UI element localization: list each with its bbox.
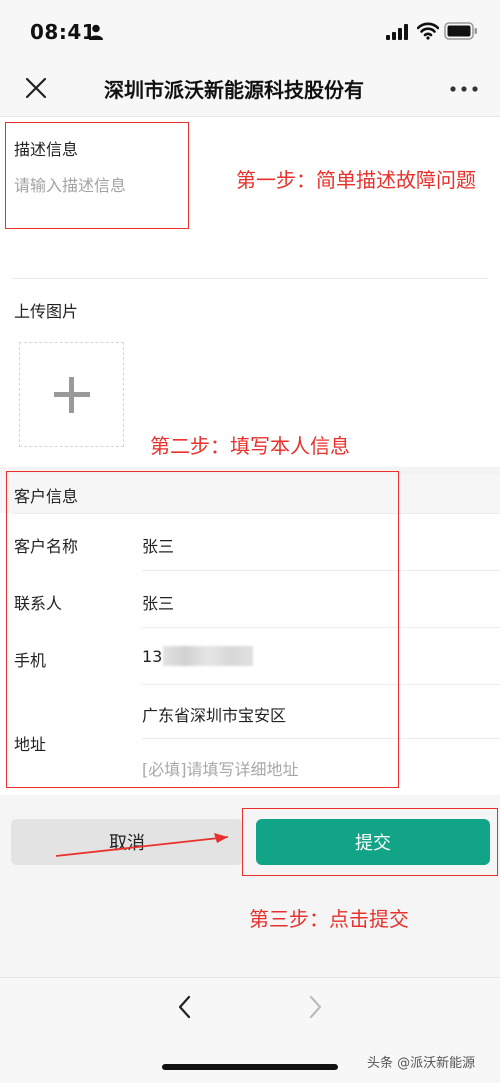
step2-highlight-box [6, 471, 399, 788]
home-indicator [162, 1064, 338, 1070]
upload-label: 上传图片 [14, 302, 79, 321]
forward-icon[interactable] [306, 995, 324, 1019]
signal-icon [386, 24, 408, 40]
person-icon [89, 24, 103, 40]
step3-annotation: 第三步：点击提交 [249, 907, 409, 931]
wifi-icon [417, 22, 439, 40]
status-time: 08:41 [30, 20, 97, 44]
arrow-icon [55, 833, 229, 857]
more-icon[interactable] [450, 86, 478, 92]
battery-icon [444, 22, 477, 40]
divider [12, 278, 488, 279]
close-icon[interactable] [24, 76, 48, 100]
page-title: 深圳市派沃新能源科技股份有 [104, 78, 364, 102]
step3-highlight-box [242, 808, 498, 876]
step1-annotation: 第一步：简单描述故障问题 [236, 168, 476, 192]
step1-highlight-box [5, 122, 189, 229]
step2-annotation: 第二步：填写本人信息 [150, 434, 350, 458]
back-icon[interactable] [176, 995, 194, 1019]
watermark: 头条 @派沃新能源 [367, 1056, 476, 1071]
plus-icon-vertical [69, 377, 74, 413]
upload-image-button[interactable] [19, 342, 124, 447]
